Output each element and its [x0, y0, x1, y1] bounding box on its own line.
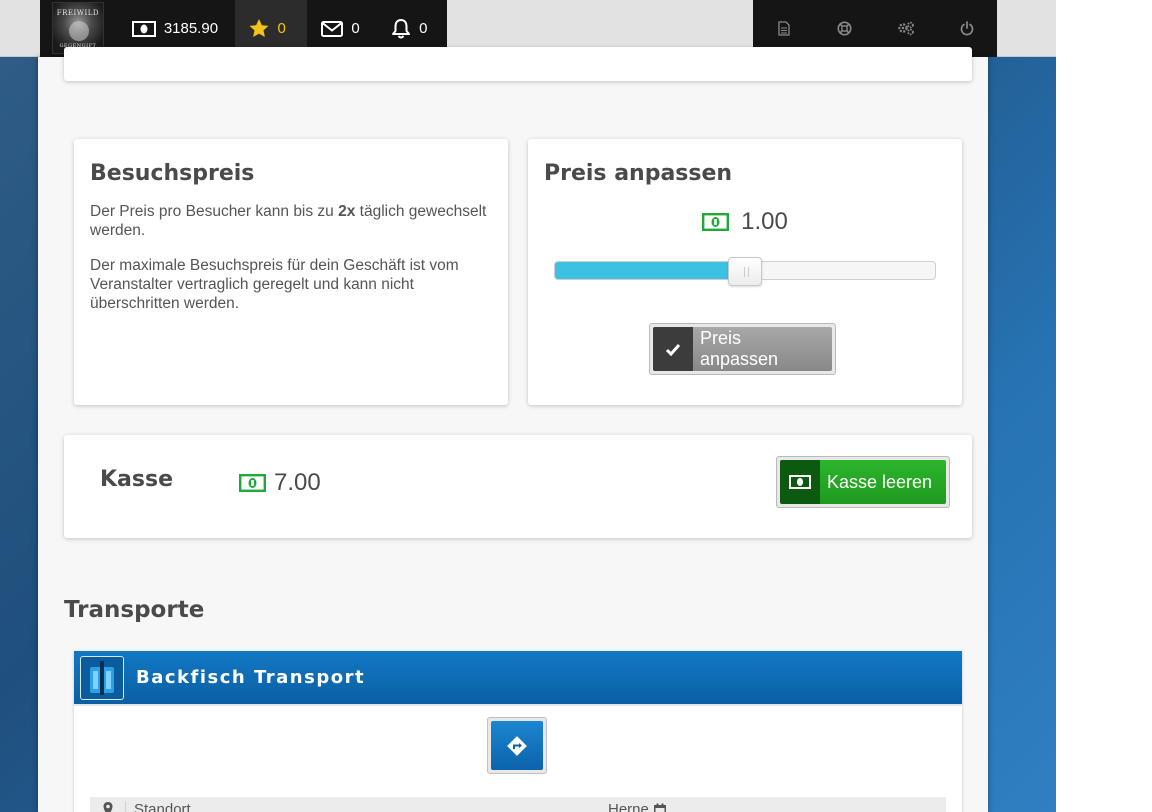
text1-pre: Der Preis pro Besucher kann bis zu — [90, 203, 339, 220]
visit-price-text-1: Der Preis pro Besucher kann bis zu 2x tä… — [90, 202, 492, 240]
location-value-text: Herne — [608, 801, 649, 812]
previous-card — [64, 47, 972, 81]
money-icon — [702, 213, 730, 231]
money-icon — [780, 460, 820, 504]
transport-header: Backfisch Transport — [74, 651, 962, 706]
gears-icon — [897, 21, 914, 36]
bell-icon — [392, 19, 411, 39]
register-amount-value: 7.00 — [274, 469, 321, 496]
location-value: Herne — [608, 801, 667, 812]
price-value: 1.00 — [741, 208, 788, 235]
price-display: 1.00 — [544, 208, 946, 236]
power-icon — [960, 21, 973, 36]
adjust-price-title: Preis anpassen — [544, 161, 733, 186]
transport-name: Backfisch Transport — [136, 667, 366, 688]
route-button-frame — [487, 717, 547, 774]
slider-fill — [555, 262, 745, 279]
transport-card: Backfisch Transport Standort Herne — [74, 651, 962, 812]
adjust-price-button-frame: Preis anpassen — [649, 323, 836, 375]
text1-bold: 2x — [338, 203, 356, 220]
empty-register-button-frame: Kasse leeren — [776, 456, 951, 508]
lifebuoy-icon — [837, 21, 852, 36]
location-label: Standort — [134, 801, 191, 812]
main-panel: Besuchspreis Der Preis pro Besucher kann… — [38, 47, 988, 812]
route-icon — [507, 735, 527, 756]
envelope-icon — [321, 20, 344, 37]
money-value: 3185.90 — [163, 20, 219, 37]
adjust-price-button-label: Preis anpassen — [693, 327, 832, 371]
price-slider[interactable] — [554, 257, 936, 286]
location-pin-icon — [90, 801, 126, 812]
money-icon — [239, 474, 266, 492]
money-icon — [131, 20, 156, 37]
right-margin — [1056, 0, 1152, 812]
document-icon — [777, 21, 790, 36]
visit-price-info-card: Besuchspreis Der Preis pro Besucher kann… — [74, 139, 508, 405]
check-icon — [653, 327, 693, 371]
logo-emblem — [69, 21, 89, 41]
messages-value: 0 — [351, 20, 360, 37]
notifications-value: 0 — [419, 20, 428, 37]
register-card: Kasse 7.00 Kasse leeren — [64, 435, 972, 538]
visit-price-title: Besuchspreis — [90, 161, 255, 186]
transports-title: Transporte — [64, 597, 205, 623]
register-title: Kasse — [100, 467, 174, 492]
empty-register-button-label: Kasse leeren — [820, 460, 947, 504]
star-icon — [249, 19, 269, 37]
stars-value: 0 — [277, 20, 286, 37]
slider-handle[interactable] — [728, 257, 762, 286]
route-button[interactable] — [491, 721, 543, 770]
register-amount: 7.00 — [239, 469, 321, 497]
adjust-price-button[interactable]: Preis anpassen — [653, 327, 832, 371]
logo-text-top: FREIWILD — [56, 9, 100, 17]
transport-location-row: Standort Herne — [90, 797, 946, 812]
truck-icon — [80, 655, 124, 700]
visit-price-text-2: Der maximale Besuchspreis für dein Gesch… — [90, 257, 459, 312]
adjust-price-card: Preis anpassen 1.00 Preis anpassen — [528, 139, 962, 405]
calendar-icon — [653, 803, 666, 812]
empty-register-button[interactable]: Kasse leeren — [780, 460, 947, 504]
